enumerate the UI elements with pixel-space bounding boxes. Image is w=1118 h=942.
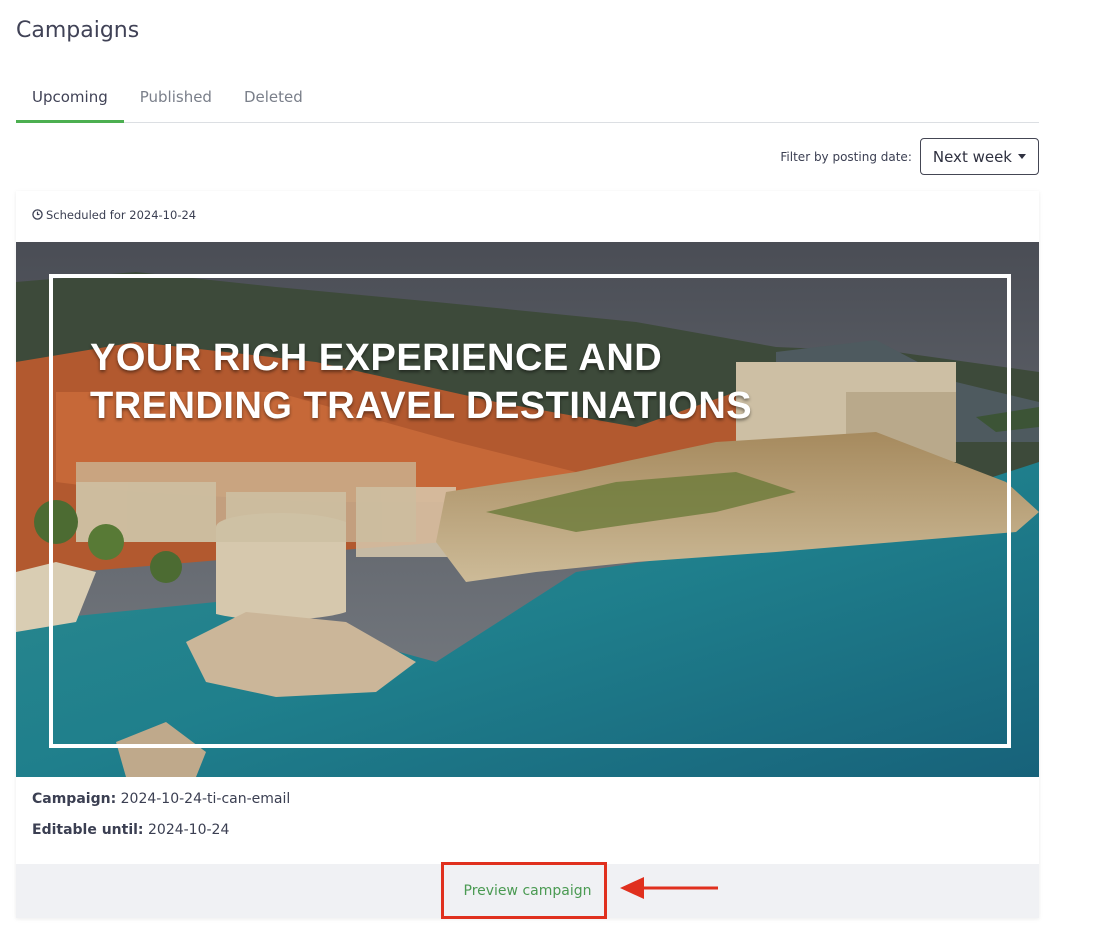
clock-icon bbox=[32, 209, 43, 220]
caret-down-icon bbox=[1018, 154, 1026, 159]
hero-headline: YOUR RICH EXPERIENCE AND TRENDING TRAVEL… bbox=[90, 334, 752, 430]
card-header: Scheduled for 2024-10-24 bbox=[16, 191, 1039, 242]
annotation-highlight-box bbox=[441, 862, 607, 919]
posting-date-dropdown[interactable]: Next week bbox=[919, 138, 1039, 175]
page-title: Campaigns bbox=[16, 18, 140, 43]
filter-row: Filter by posting date: Next week bbox=[780, 138, 1039, 175]
campaign-name-line: Campaign: 2024-10-24-ti-can-email bbox=[32, 791, 1023, 822]
campaign-meta: Campaign: 2024-10-24-ti-can-email Editab… bbox=[16, 777, 1039, 853]
editable-until-line: Editable until: 2024-10-24 bbox=[32, 822, 1023, 853]
campaign-hero-image: YOUR RICH EXPERIENCE AND TRENDING TRAVEL… bbox=[16, 242, 1039, 777]
tab-upcoming[interactable]: Upcoming bbox=[16, 82, 124, 123]
arrow-left-icon bbox=[620, 877, 718, 899]
dropdown-value: Next week bbox=[932, 147, 1012, 166]
filter-label: Filter by posting date: bbox=[780, 149, 912, 164]
campaign-label: Campaign: bbox=[32, 791, 117, 807]
editable-value: 2024-10-24 bbox=[148, 822, 230, 838]
campaign-card: Scheduled for 2024-10-24 YOUR RICH EXPER… bbox=[16, 191, 1039, 918]
scheduled-text: Scheduled for 2024-10-24 bbox=[46, 208, 197, 222]
hero-headline-line2: TRENDING TRAVEL DESTINATIONS bbox=[90, 385, 753, 427]
tab-bar: Upcoming Published Deleted bbox=[16, 82, 1039, 123]
tab-deleted[interactable]: Deleted bbox=[228, 82, 319, 122]
tab-published[interactable]: Published bbox=[124, 82, 228, 122]
hero-headline-line1: YOUR RICH EXPERIENCE AND bbox=[90, 337, 663, 379]
editable-label: Editable until: bbox=[32, 822, 144, 838]
campaign-value: 2024-10-24-ti-can-email bbox=[120, 791, 291, 807]
